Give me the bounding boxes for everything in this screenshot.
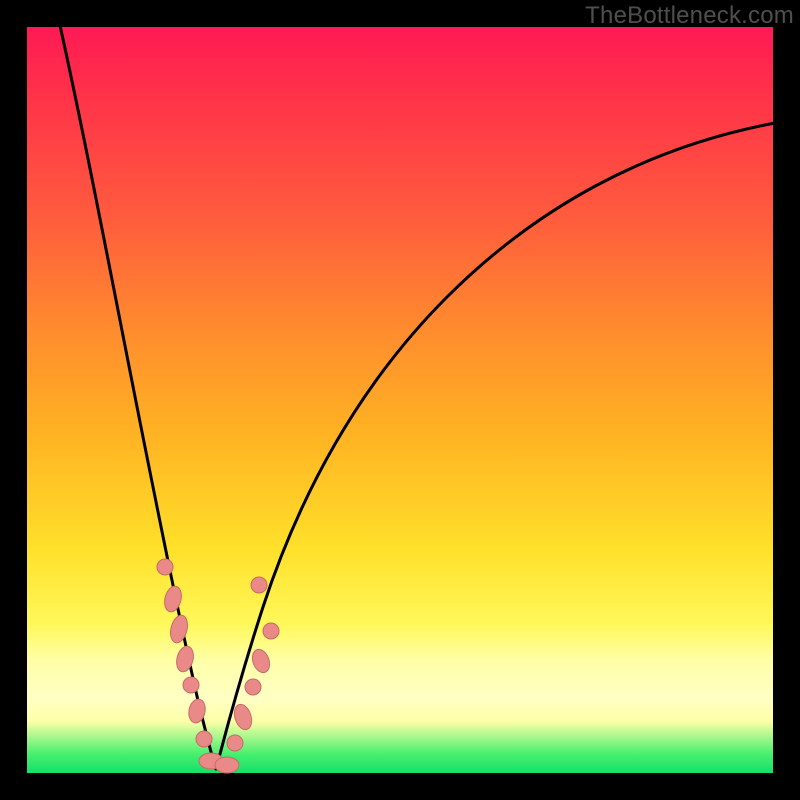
chart-stage: TheBottleneck.com bbox=[0, 0, 800, 800]
watermark-text: TheBottleneck.com bbox=[585, 2, 794, 30]
curve-layer bbox=[27, 27, 773, 773]
right-curve bbox=[216, 123, 775, 769]
plot-area bbox=[27, 27, 773, 773]
valley-dots bbox=[157, 559, 279, 773]
